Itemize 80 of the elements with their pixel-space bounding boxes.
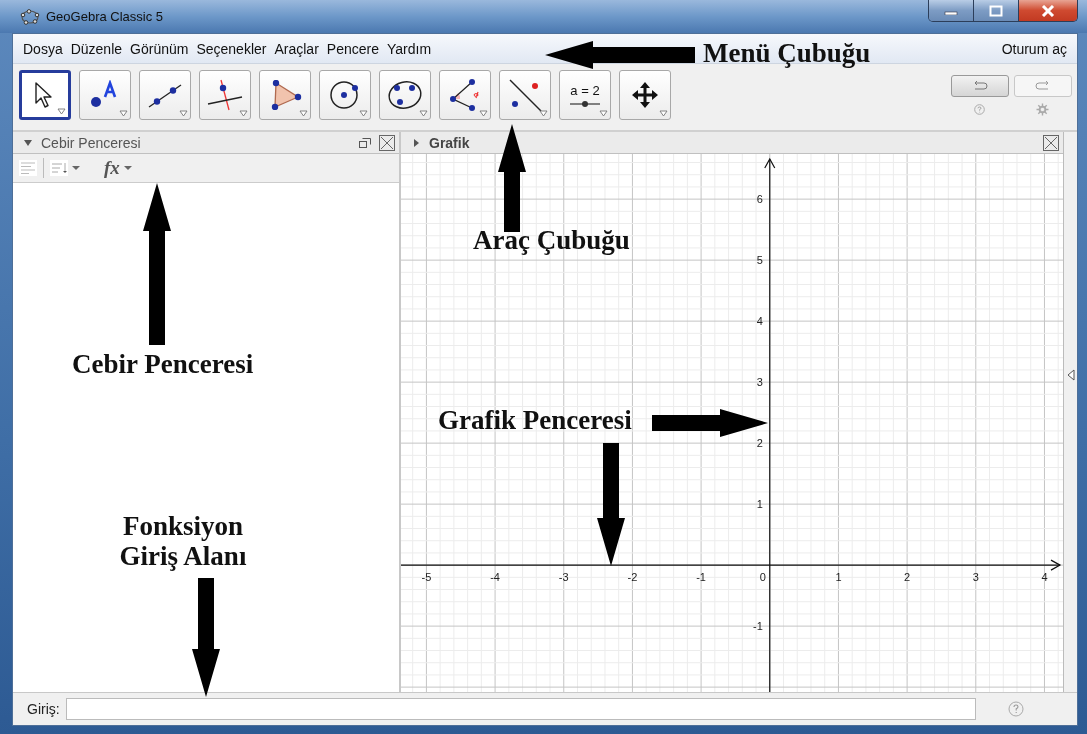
reflect-icon	[507, 78, 543, 112]
menu-item[interactable]: Düzenle	[66, 40, 127, 57]
menu-item[interactable]: Pencere	[322, 40, 383, 57]
caret-icon	[419, 110, 428, 117]
tool-button[interactable]	[379, 70, 431, 120]
input-label: Giriş:	[27, 701, 60, 717]
undock-icon[interactable]	[359, 137, 371, 148]
close-icon	[1040, 4, 1056, 17]
menu-item[interactable]: Dosya	[19, 40, 67, 57]
caret-icon	[57, 108, 66, 115]
tool-button[interactable]	[139, 70, 191, 120]
tick-label: 2	[756, 437, 763, 450]
close-icon[interactable]	[379, 134, 395, 151]
origin-label: 0	[759, 571, 766, 584]
tick-label: 4	[756, 315, 763, 328]
tool-button[interactable]	[439, 70, 491, 120]
caret-icon	[539, 110, 548, 117]
annotation-label: Cebir Penceresi	[72, 350, 254, 380]
menu-item[interactable]: Yardım	[383, 40, 436, 57]
annotation-label: Fonksiyon Giriş Alanı	[118, 512, 248, 572]
annotation-label: Menü Çubuğu	[703, 39, 871, 69]
tick-label: 3	[972, 571, 979, 584]
tick-label: -2	[627, 571, 638, 584]
caret-icon	[239, 110, 248, 117]
tick-label: 4	[1041, 571, 1048, 584]
tool-button[interactable]	[619, 70, 671, 120]
window-title: GeoGebra Classic 5	[46, 9, 164, 24]
tick-label: 1	[835, 571, 842, 584]
tool-button[interactable]	[319, 70, 371, 120]
input-field[interactable]	[65, 698, 976, 720]
close-icon[interactable]	[1043, 134, 1059, 151]
tick-label: 5	[756, 254, 763, 267]
tick-label: -1	[753, 620, 763, 633]
tick-label: 6	[756, 193, 763, 206]
circle-icon	[329, 79, 361, 111]
minimize-button[interactable]	[929, 0, 974, 21]
ellipse-icon	[387, 79, 423, 111]
redo-icon	[1035, 81, 1051, 91]
tool-button[interactable]	[499, 70, 551, 120]
tick-label: -3	[558, 571, 569, 584]
menu-item[interactable]: Araçlar	[270, 40, 323, 57]
tool-button[interactable]: a = 2	[559, 70, 611, 120]
caret-icon	[299, 110, 308, 117]
function-button[interactable]: fx	[90, 157, 133, 179]
caret-icon	[599, 110, 608, 117]
tick-label: 3	[756, 376, 763, 389]
collapse-triangle-icon[interactable]	[23, 138, 33, 147]
annotation-label: Araç Çubuğu	[473, 226, 630, 256]
caret-icon	[479, 110, 488, 117]
sidebar-toggle-icon[interactable]	[1067, 369, 1075, 381]
tool-button[interactable]	[259, 70, 311, 120]
tick-label: 2	[904, 571, 911, 584]
perpendicular-line-icon	[207, 79, 243, 111]
caret-icon	[659, 110, 668, 117]
logo-icon	[20, 8, 40, 25]
caret-icon	[179, 110, 188, 117]
maximize-icon	[989, 4, 1003, 17]
tick-label: 1	[756, 498, 763, 511]
caret-icon	[122, 165, 133, 171]
maximize-button[interactable]	[974, 0, 1019, 21]
angle-icon	[448, 79, 482, 111]
tool-button[interactable]	[19, 70, 71, 120]
annotation-label: Grafik Penceresi	[438, 406, 632, 436]
tool-button[interactable]	[199, 70, 251, 120]
caret-icon	[359, 110, 368, 117]
move-arrows-icon	[630, 80, 660, 110]
close-button[interactable]	[1019, 0, 1077, 21]
tool-button[interactable]	[79, 70, 131, 120]
panel-title: Cebir Penceresi	[41, 134, 141, 151]
panel-title: Grafik	[429, 134, 470, 151]
tick-label: -5	[421, 571, 432, 584]
caret-icon	[119, 110, 128, 117]
menu-item[interactable]: Görünüm	[126, 40, 193, 57]
undo-icon	[972, 81, 988, 91]
tick-label: -4	[490, 571, 500, 584]
slider-icon	[569, 99, 601, 108]
expand-triangle-icon[interactable]	[411, 137, 421, 148]
menu-item[interactable]: Seçenekler	[192, 40, 271, 57]
sign-in-link[interactable]: Oturum aç	[997, 40, 1069, 57]
tick-label: -1	[696, 571, 706, 584]
